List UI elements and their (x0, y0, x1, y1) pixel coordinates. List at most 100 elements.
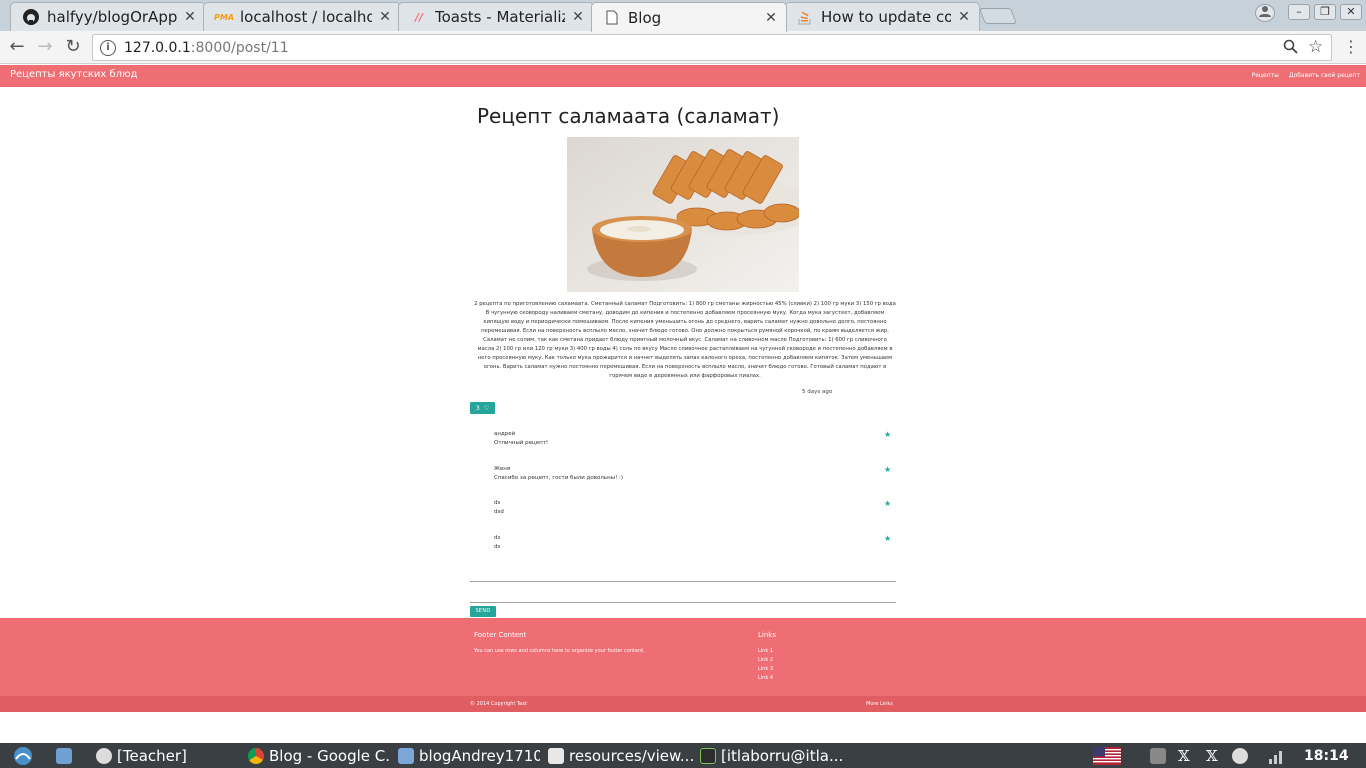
reload-icon[interactable]: ↻ (62, 36, 84, 58)
tab-close-icon[interactable]: ✕ (764, 10, 778, 26)
pidgin-tray-icon[interactable] (1232, 745, 1254, 766)
heart-icon: ♡ (483, 404, 490, 412)
footer-title: Footer Content (474, 631, 527, 639)
materialize-icon: // (414, 10, 424, 24)
taskbar-item-chrome[interactable]: Blog - Google C... (248, 745, 390, 766)
info-icon[interactable]: i (100, 39, 116, 56)
footer-text: You can use rows and columns here to org… (474, 648, 645, 654)
zoom-icon[interactable] (1283, 39, 1298, 58)
comment-item: Женя Спасибо за рецепт, гости были довол… (494, 465, 894, 483)
taskbar-item-terminal[interactable]: [itlaborru@itla... (700, 745, 842, 766)
tab-stackoverflow[interactable]: How to update colu ✕ (784, 2, 980, 31)
tab-close-icon[interactable]: ✕ (571, 9, 585, 25)
url-host: 127.0.0.1 (124, 39, 191, 56)
menu-icon[interactable]: ⋮ (1340, 36, 1362, 58)
show-desktop-icon[interactable] (56, 745, 80, 766)
x-app-icon[interactable]: 𝕏 (1178, 745, 1200, 766)
nav-link-add-recipe[interactable]: Добавить свой рецепт (1289, 72, 1360, 79)
x-app-icon[interactable]: 𝕏 (1206, 745, 1228, 766)
back-icon[interactable]: ← (6, 36, 28, 58)
comment-text-input[interactable] (470, 602, 896, 603)
send-button[interactable]: SEND (470, 606, 496, 617)
site-brand[interactable]: Рецепты якутских блюд (10, 69, 137, 80)
phpmyadmin-icon: PMA (214, 12, 235, 22)
browser-tab-strip: halfyy/blogOrApp ✕ PMA localhost / local… (0, 0, 1366, 32)
site-navbar: Рецепты якутских блюд Рецепты Добавить с… (0, 65, 1366, 87)
comment-text: ds (494, 544, 501, 550)
comment-author: Женя (494, 466, 511, 472)
comment-author: ds (494, 535, 501, 541)
star-icon[interactable]: ★ (884, 534, 891, 543)
clock: 18:14 (1304, 747, 1349, 764)
comment-item: ds ds ★ (494, 534, 894, 552)
post-body: 2 рецепта по приготовлению саламаата. См… (474, 301, 896, 379)
taskbar-item-label: [Teacher] (117, 746, 187, 765)
star-icon[interactable]: ★ (884, 430, 891, 439)
pidgin-icon (96, 747, 112, 764)
post-title: Рецепт саламаата (саламат) (477, 104, 780, 128)
footer-link[interactable]: Link 3 (758, 666, 773, 672)
comment-author-input[interactable] (470, 581, 896, 582)
footer-links-title: Links (758, 631, 776, 639)
taskbar-item-teacher[interactable]: [Teacher] (96, 745, 244, 766)
address-bar[interactable]: i 127.0.0.1:8000/post/11 ☆ (92, 34, 1332, 61)
web-page: Рецепты якутских блюд Рецепты Добавить с… (0, 65, 1366, 743)
url-path: :8000/post/11 (190, 39, 289, 56)
taskbar-item-editor[interactable]: resources/view... (548, 745, 694, 766)
profile-icon[interactable] (1255, 4, 1275, 22)
footer-link[interactable]: Link 1 (758, 648, 773, 654)
post-image (567, 137, 799, 292)
comment-author: ds (494, 500, 501, 506)
tab-close-icon[interactable]: ✕ (378, 9, 392, 25)
restore-icon[interactable]: ❐ (1314, 4, 1336, 20)
like-count: 3 (475, 404, 480, 412)
minimize-icon[interactable]: – (1288, 4, 1310, 20)
taskbar-item-label: resources/view... (569, 746, 694, 765)
forward-icon[interactable]: → (34, 36, 56, 58)
post-date: 5 days ago (802, 389, 833, 395)
us-flag-icon[interactable] (1093, 745, 1123, 766)
comment-author: андрей (494, 431, 516, 437)
star-icon[interactable]: ★ (884, 465, 891, 474)
desktop-taskbar: [Teacher] Blog - Google C... blogAndrey1… (0, 743, 1366, 768)
network-icon[interactable] (1150, 745, 1172, 766)
chrome-icon (248, 747, 264, 764)
tab-phpmyadmin[interactable]: PMA localhost / localhos ✕ (203, 2, 401, 31)
tab-title: halfyy/blogOrApp (47, 8, 177, 26)
tab-title: localhost / localhos (240, 8, 372, 26)
close-window-icon[interactable]: ✕ (1340, 4, 1362, 20)
nav-link-recipes[interactable]: Рецепты (1252, 72, 1279, 79)
site-nav-links: Рецепты Добавить свой рецепт (1252, 72, 1360, 79)
tab-github[interactable]: halfyy/blogOrApp ✕ (10, 2, 206, 31)
star-icon[interactable]: ★ (884, 499, 891, 508)
comment-text: Отличный рецепт! (494, 440, 549, 446)
taskbar-item-folder[interactable]: blogAndrey1710 (398, 745, 540, 766)
comment-text: Спасибо за рецепт, гости были довольны! … (494, 475, 624, 481)
new-tab-button[interactable] (979, 8, 1017, 24)
github-icon (23, 9, 39, 25)
browser-toolbar: ← → ↻ i 127.0.0.1:8000/post/11 ☆ ⋮ (0, 31, 1366, 64)
signal-icon[interactable] (1268, 745, 1290, 766)
like-button[interactable]: 3 ♡ (470, 402, 495, 414)
start-menu-icon[interactable] (8, 745, 42, 766)
editor-icon (548, 747, 564, 764)
footer-link[interactable]: Link 2 (758, 657, 773, 663)
page-icon (604, 10, 620, 26)
comment-text: dsd (494, 509, 504, 515)
comment-item: ds dsd ★ (494, 499, 894, 517)
tab-close-icon[interactable]: ✕ (957, 9, 971, 25)
more-links-link[interactable]: More Links (866, 701, 893, 707)
footer-copyright-bar: © 2014 Copyright Text More Links (0, 696, 1366, 712)
tab-title: Toasts - Materialize (435, 8, 565, 26)
terminal-icon (700, 747, 716, 764)
tab-title: Blog (628, 8, 662, 27)
bookmark-star-icon[interactable]: ☆ (1308, 37, 1323, 57)
comment-item: андрей Отличный рецепт! ★ (494, 430, 894, 448)
tab-blog[interactable]: Blog ✕ (591, 2, 787, 32)
footer-link[interactable]: Link 4 (758, 675, 773, 681)
tab-materialize[interactable]: // Toasts - Materialize ✕ (398, 2, 594, 31)
folder-icon (398, 747, 414, 764)
tab-close-icon[interactable]: ✕ (183, 9, 197, 25)
copyright-text: © 2014 Copyright Text (470, 701, 528, 707)
taskbar-item-label: [itlaborru@itla... (721, 746, 842, 765)
